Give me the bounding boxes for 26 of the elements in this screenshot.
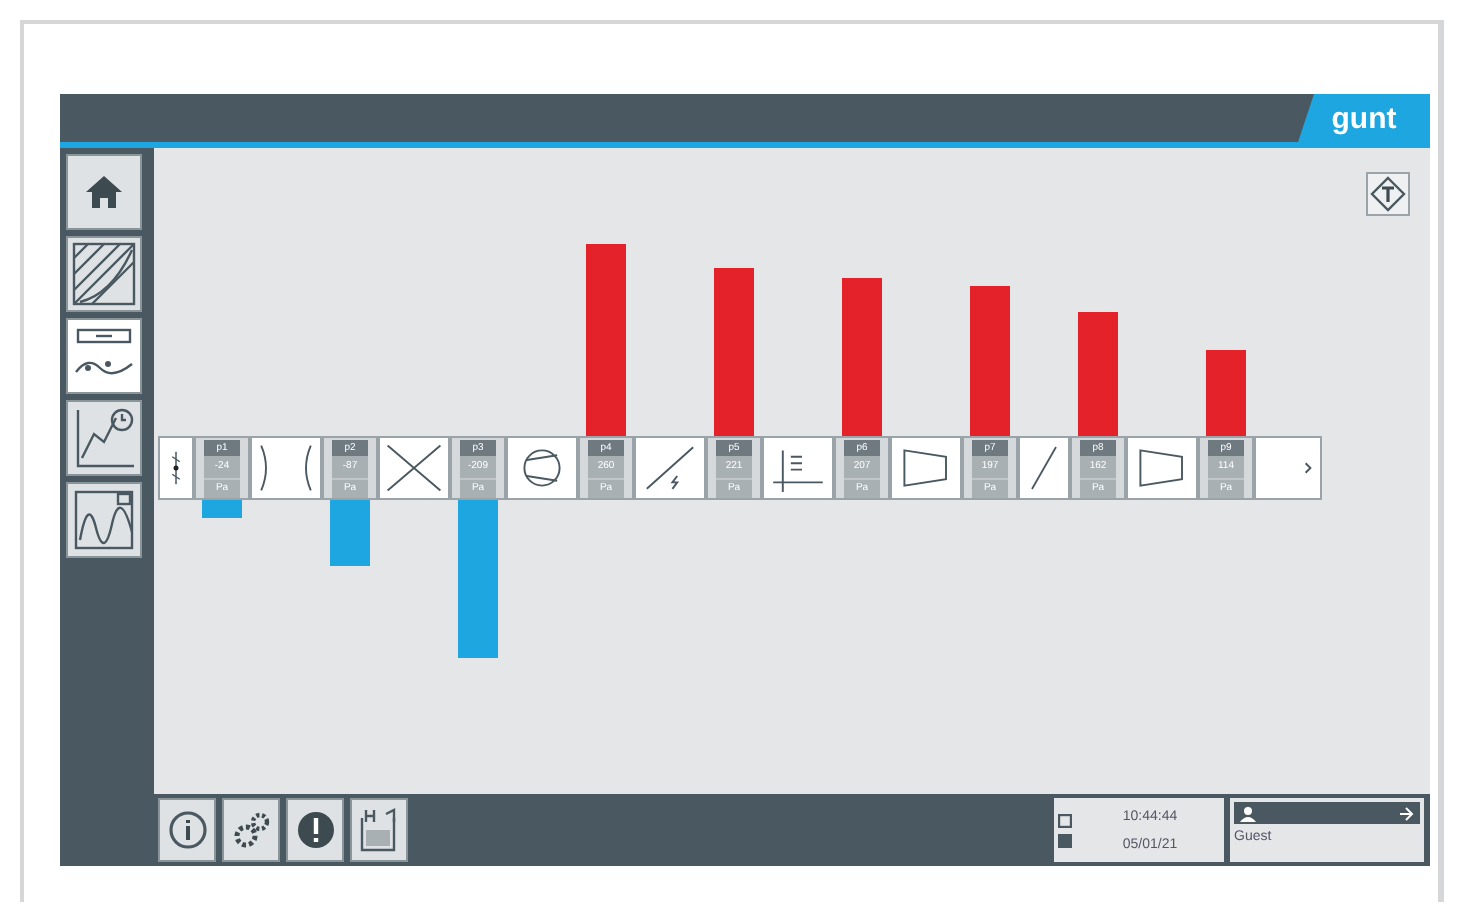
- info-icon: [167, 810, 207, 850]
- sidebar-button[interactable]: [66, 318, 142, 394]
- toolbar-button[interactable]: [350, 798, 408, 862]
- brand-logo: gunt: [1298, 94, 1430, 142]
- settings-icon: [231, 810, 271, 850]
- save-data-icon: [357, 806, 401, 854]
- curve-chart-icon: [72, 488, 136, 552]
- clock-chart-icon: [72, 406, 136, 470]
- toolbar-button[interactable]: [222, 798, 280, 862]
- sidebar-button[interactable]: [66, 482, 142, 558]
- hatched-chart-icon: [72, 242, 136, 306]
- alert-icon: [295, 810, 335, 850]
- sidebar-button[interactable]: [66, 236, 142, 312]
- toolbar-button[interactable]: [158, 798, 216, 862]
- toolbar-button[interactable]: [286, 798, 344, 862]
- pressure-bar: [202, 500, 242, 519]
- login-icon: [1398, 805, 1414, 821]
- scale-button[interactable]: [1366, 172, 1410, 216]
- user-icon: [1240, 805, 1256, 821]
- home-icon: [84, 172, 124, 212]
- pressure-bar: [1206, 349, 1246, 436]
- pressure-bar: [1078, 312, 1118, 436]
- scale-icon: [1370, 176, 1406, 212]
- sidebar-button[interactable]: [66, 400, 142, 476]
- sidebar-button[interactable]: [66, 154, 142, 230]
- pressure-bar: [330, 500, 370, 567]
